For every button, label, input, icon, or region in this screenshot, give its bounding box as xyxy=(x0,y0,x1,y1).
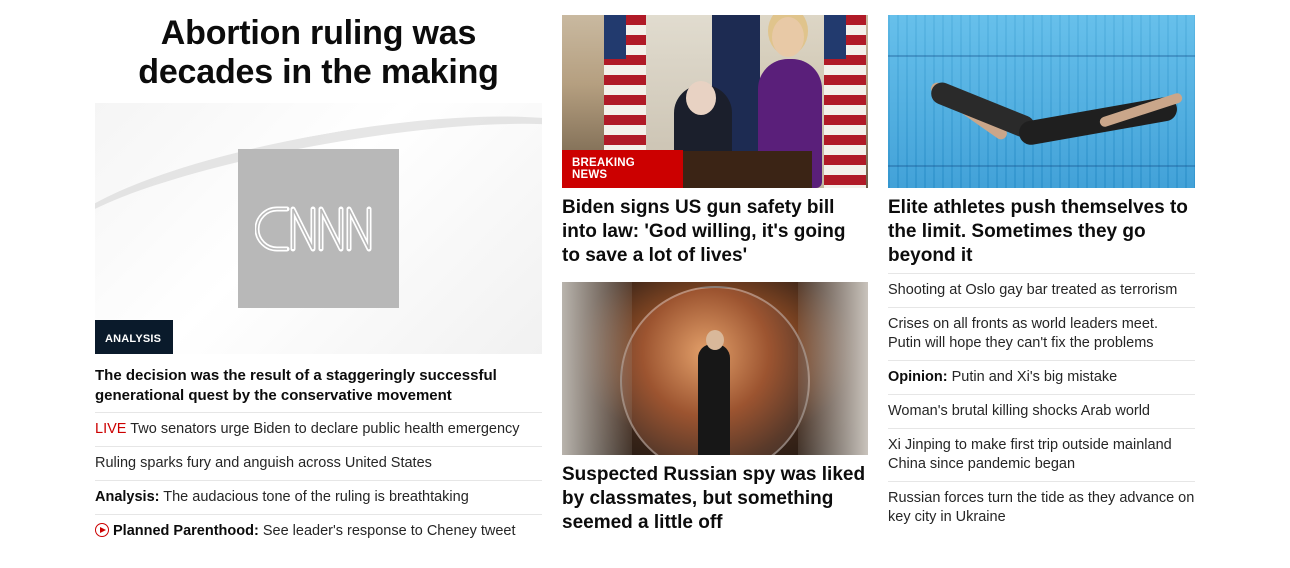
blur-left xyxy=(562,282,632,455)
link-prefix: Opinion: xyxy=(888,369,948,385)
russian-spy-headline[interactable]: Suspected Russian spy was liked by class… xyxy=(562,463,868,535)
swimmers-image[interactable] xyxy=(888,15,1195,188)
russian-spy-image[interactable] xyxy=(562,282,868,455)
related-link-analysis[interactable]: Analysis: The audacious tone of the ruli… xyxy=(95,480,542,514)
athletes-headline[interactable]: Elite athletes push themselves to the li… xyxy=(888,196,1195,268)
biden-signing-image[interactable]: BREAKING NEWS xyxy=(562,15,868,188)
lead-story-column: Abortion ruling was decades in the makin… xyxy=(95,14,542,539)
related-link-planned-parenthood[interactable]: Planned Parenthood: See leader's respons… xyxy=(95,514,542,548)
analysis-badge: ANALYSIS xyxy=(95,320,173,354)
lead-story-image[interactable]: ANALYSIS xyxy=(95,103,542,354)
link-oslo-shooting[interactable]: Shooting at Oslo gay bar treated as terr… xyxy=(888,273,1195,307)
related-link-prefix: Analysis: xyxy=(95,489,160,505)
gun-bill-headline[interactable]: Biden signs US gun safety bill into law:… xyxy=(562,196,868,268)
link-text: Russian forces turn the tide as they adv… xyxy=(888,490,1195,525)
related-link-text: Two senators urge Biden to declare publi… xyxy=(126,421,520,437)
cnn-logo-placeholder xyxy=(238,149,399,308)
related-link-text: Ruling sparks fury and anguish across Un… xyxy=(95,455,432,471)
us-flag-right xyxy=(824,15,866,188)
link-text: Crises on all fronts as world leaders me… xyxy=(888,316,1158,351)
link-text: Putin and Xi's big mistake xyxy=(947,369,1118,385)
pool-lane-line xyxy=(888,165,1195,167)
link-text: Xi Jinping to make first trip outside ma… xyxy=(888,437,1172,472)
person-figure xyxy=(698,344,730,455)
link-opinion-putin-xi[interactable]: Opinion: Putin and Xi's big mistake xyxy=(888,360,1195,394)
link-russian-forces[interactable]: Russian forces turn the tide as they adv… xyxy=(888,481,1195,534)
link-arab-world[interactable]: Woman's brutal killing shocks Arab world xyxy=(888,394,1195,428)
man-head xyxy=(686,81,716,115)
related-link-ruling-fury[interactable]: Ruling sparks fury and anguish across Un… xyxy=(95,446,542,480)
link-world-leaders[interactable]: Crises on all fronts as world leaders me… xyxy=(888,307,1195,360)
related-link-prefix: Planned Parenthood: xyxy=(113,523,259,539)
lead-summary-link[interactable]: The decision was the result of a stagger… xyxy=(95,366,542,406)
right-links-list: Shooting at Oslo gay bar treated as terr… xyxy=(888,273,1195,534)
related-link-text: The audacious tone of the ruling is brea… xyxy=(159,489,469,505)
link-text: Shooting at Oslo gay bar treated as terr… xyxy=(888,282,1178,298)
related-link-senators[interactable]: LIVE Two senators urge Biden to declare … xyxy=(95,412,542,446)
live-label: LIVE xyxy=(95,421,127,437)
link-text: Woman's brutal killing shocks Arab world xyxy=(888,403,1150,419)
breaking-news-badge: BREAKING NEWS xyxy=(562,150,683,188)
blur-right xyxy=(798,282,868,455)
pool-lane-line xyxy=(888,55,1195,57)
woman-head xyxy=(772,17,804,57)
person-head xyxy=(706,330,724,350)
link-xi-jinping-trip[interactable]: Xi Jinping to make first trip outside ma… xyxy=(888,428,1195,481)
play-icon xyxy=(95,523,109,537)
lead-headline[interactable]: Abortion ruling was decades in the makin… xyxy=(95,14,542,92)
related-links-list: LIVE Two senators urge Biden to declare … xyxy=(95,412,542,548)
cnn-logo-icon xyxy=(254,206,371,251)
related-link-text: See leader's response to Cheney tweet xyxy=(258,523,516,539)
